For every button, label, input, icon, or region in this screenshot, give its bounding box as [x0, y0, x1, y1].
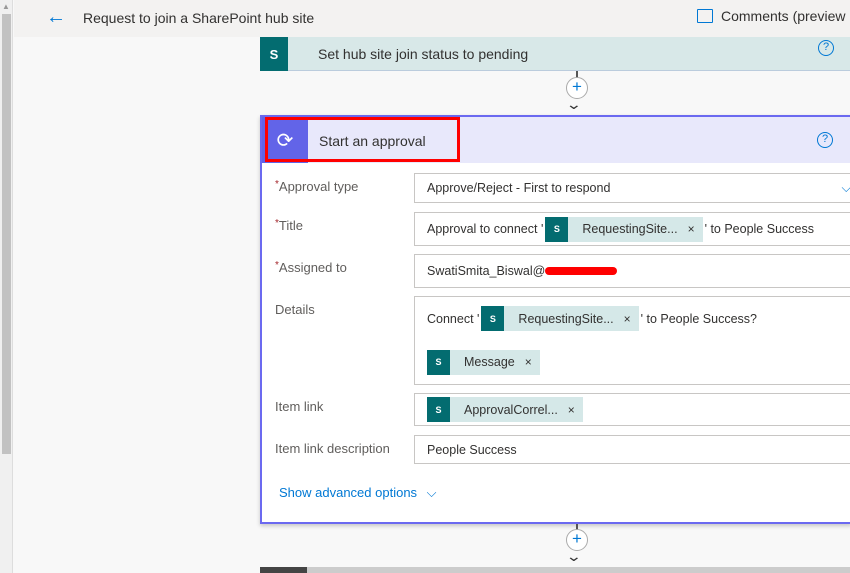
scroll-up-icon[interactable]: ▲	[2, 2, 10, 11]
sharepoint-icon: S	[481, 306, 505, 332]
details-input[interactable]: Connect ' S RequestingSite... × ' to People …	[414, 296, 850, 385]
sharepoint-icon: S	[427, 397, 450, 422]
sharepoint-icon: S	[427, 349, 450, 375]
dynamic-token[interactable]: S Message ×	[427, 349, 540, 375]
step-start-approval: ⟳ Start an approval ? *Approval type App…	[260, 115, 850, 524]
label-assigned-to: *Assigned to	[275, 260, 347, 275]
remove-token-icon[interactable]: ×	[624, 312, 631, 326]
next-step-card[interactable]	[260, 567, 850, 573]
redaction-mark	[545, 267, 618, 275]
flow-title: Request to join a SharePoint hub site	[83, 10, 315, 26]
arrow-left-icon[interactable]: ←	[46, 6, 66, 29]
help-icon[interactable]: ?	[817, 132, 833, 148]
arrow-down-icon: ⌄	[565, 96, 583, 112]
header-bar: ← Request to join a SharePoint hub site …	[14, 0, 850, 37]
sharepoint-icon: S	[545, 216, 569, 242]
dynamic-token[interactable]: S RequestingSite... ×	[481, 306, 639, 332]
comment-icon	[697, 9, 713, 23]
label-item-link: Item link	[275, 399, 324, 414]
dynamic-token[interactable]: S RequestingSite... ×	[545, 216, 703, 242]
chevron-down-icon: ⌵	[426, 485, 437, 500]
comments-label: Comments (preview	[721, 8, 846, 24]
comments-button[interactable]: Comments (preview	[697, 8, 845, 24]
approval-header[interactable]: ⟳ Start an approval ?	[262, 117, 850, 163]
approval-type-dropdown[interactable]: Approve/Reject - First to respond ⌵	[414, 173, 850, 203]
remove-token-icon[interactable]: ×	[688, 222, 695, 236]
sharepoint-icon: S	[260, 37, 288, 71]
label-details: Details	[275, 302, 315, 317]
approval-title: Start an approval	[319, 133, 426, 149]
dynamic-token[interactable]: S ApprovalCorrel... ×	[427, 397, 583, 422]
title-input[interactable]: Approval to connect ' S RequestingSite... ×…	[414, 212, 850, 246]
step-title: Set hub site join status to pending	[318, 46, 529, 62]
show-advanced-options-link[interactable]: Show advanced options ⌵	[279, 485, 437, 501]
item-link-input[interactable]: S ApprovalCorrel... ×	[414, 393, 850, 426]
step-set-hub-status[interactable]: S Set hub site join status to pending ?	[260, 37, 850, 71]
label-item-link-description: Item link description	[275, 441, 390, 456]
arrow-down-icon: ⌄	[565, 548, 583, 564]
vertical-scrollbar[interactable]: ▲	[0, 0, 13, 573]
scrollbar-thumb[interactable]	[2, 14, 11, 454]
label-title: *Title	[275, 218, 303, 233]
label-approval-type: *Approval type	[275, 179, 359, 194]
help-icon[interactable]: ?	[818, 40, 834, 56]
assigned-to-input[interactable]: SwatiSmita_Biswal@	[414, 254, 850, 288]
remove-token-icon[interactable]: ×	[525, 355, 532, 369]
chevron-down-icon: ⌵	[841, 180, 850, 195]
item-link-description-input[interactable]: People Success	[414, 435, 850, 464]
remove-token-icon[interactable]: ×	[568, 403, 575, 417]
